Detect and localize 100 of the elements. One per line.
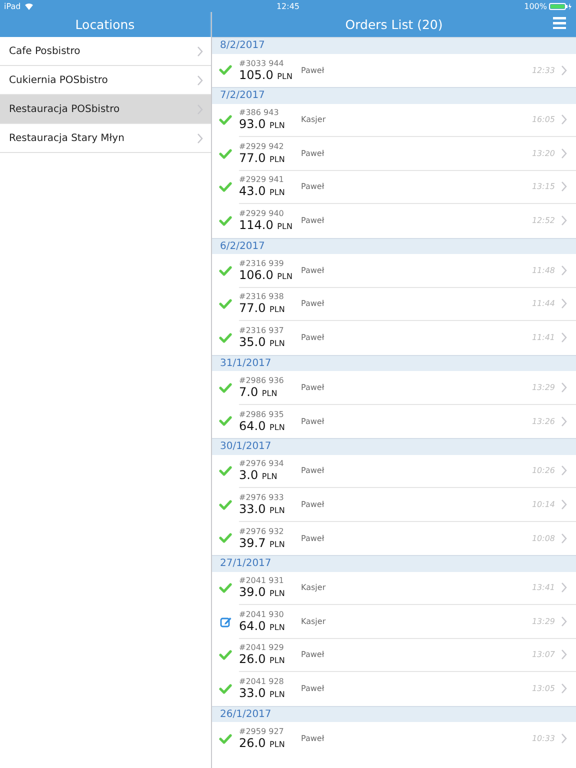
order-amount: 26.0 PLN bbox=[239, 652, 286, 666]
cashier-name: Kasjer bbox=[301, 115, 327, 124]
order-time: 13:29 bbox=[532, 616, 555, 626]
order-number: #2986 936 bbox=[239, 376, 285, 385]
pane-title: Orders List (20) bbox=[345, 17, 443, 32]
order-amount: 3.0 PLN bbox=[239, 468, 278, 482]
chevron-icon bbox=[561, 416, 567, 427]
order-amount: 39.0 PLN bbox=[239, 585, 286, 600]
order-time: 10:33 bbox=[532, 734, 555, 744]
cashier-name: Paweł bbox=[301, 382, 326, 392]
chevron-icon bbox=[561, 215, 567, 226]
chevron-icon bbox=[561, 382, 567, 393]
order-time: 12:52 bbox=[532, 216, 555, 226]
order-amount: 33.0 PLN bbox=[239, 686, 286, 700]
location-item[interactable]: Restauracja POSbistro bbox=[0, 95, 211, 124]
order-number: #2929 941 bbox=[239, 175, 285, 184]
cashier-name: Paweł bbox=[301, 148, 326, 158]
cashier-name: Paweł bbox=[301, 333, 326, 342]
cashier-name: Paweł bbox=[301, 650, 326, 660]
chevron-icon bbox=[561, 733, 567, 744]
cashier-name: Paweł bbox=[301, 266, 326, 275]
cashier-name: Paweł bbox=[301, 182, 326, 192]
chevron-icon bbox=[561, 114, 567, 126]
order-amount: 35.0 PLN bbox=[239, 335, 286, 350]
order-number: #2986 935 bbox=[239, 410, 285, 419]
order-time: 13:29 bbox=[532, 382, 555, 392]
order-number: #2041 930 bbox=[239, 610, 285, 619]
chevron-icon bbox=[197, 74, 203, 86]
order-number: #386 943 bbox=[239, 108, 280, 118]
menu-button[interactable] bbox=[553, 17, 566, 30]
cashier-name: Kasjer bbox=[301, 583, 327, 592]
order-amount: 93.0 PLN bbox=[239, 117, 286, 132]
chevron-icon bbox=[561, 582, 567, 594]
date-header: 26/1/2017 bbox=[212, 706, 576, 722]
order-number: #2959 927 bbox=[239, 727, 285, 736]
order-number: #2316 938 bbox=[239, 292, 285, 302]
order-number: #2976 934 bbox=[239, 459, 285, 468]
order-time: 13:20 bbox=[532, 148, 555, 158]
order-number: #2041 931 bbox=[239, 576, 285, 586]
chevron-icon bbox=[561, 683, 567, 694]
cashier-name: Paweł bbox=[301, 216, 326, 226]
chevron-icon bbox=[561, 298, 567, 310]
chevron-icon bbox=[561, 64, 567, 76]
cashier-name: Paweł bbox=[301, 534, 326, 543]
order-number: #3033 944 bbox=[239, 58, 285, 68]
order-time: 11:44 bbox=[532, 299, 555, 308]
date-header: 30/1/2017 bbox=[212, 438, 576, 454]
order-amount: 77.0 PLN bbox=[239, 150, 286, 165]
order-time: 10:26 bbox=[532, 466, 555, 476]
order-amount: 77.0 PLN bbox=[239, 301, 286, 316]
order-number: #2041 929 bbox=[239, 643, 285, 652]
chevron-icon bbox=[561, 332, 567, 344]
chevron-icon bbox=[197, 132, 203, 144]
order-amount: 106.0 PLN bbox=[239, 268, 294, 282]
order-time: 10:08 bbox=[532, 534, 555, 543]
order-number: #2976 933 bbox=[239, 492, 285, 502]
order-number: #2316 939 bbox=[239, 258, 285, 268]
date-header: 6/2/2017 bbox=[212, 238, 576, 254]
chevron-icon bbox=[561, 181, 567, 192]
order-amount: 43.0 PLN bbox=[239, 184, 286, 198]
order-time: 13:05 bbox=[532, 684, 555, 694]
order-amount: 114.0 PLN bbox=[239, 218, 294, 232]
order-time: 12:33 bbox=[532, 66, 555, 75]
date-header: 27/1/2017 bbox=[212, 555, 576, 572]
order-time: 11:48 bbox=[532, 266, 555, 275]
chevron-icon bbox=[561, 264, 567, 276]
date-header: 8/2/2017 bbox=[212, 37, 576, 54]
order-amount: 39.7 PLN bbox=[239, 536, 286, 550]
cashier-name: Paweł bbox=[301, 500, 326, 509]
menu-icon bbox=[553, 17, 566, 30]
battery-icon bbox=[549, 2, 572, 10]
cashier-name: Kasjer bbox=[301, 616, 327, 626]
chevron-icon bbox=[561, 498, 567, 510]
chevron-icon bbox=[197, 46, 203, 56]
chevron-icon bbox=[561, 649, 567, 660]
order-number: #2929 940 bbox=[239, 209, 285, 218]
wifi-icon bbox=[24, 2, 34, 10]
chevron-icon bbox=[561, 148, 567, 159]
order-number: #2316 937 bbox=[239, 326, 285, 336]
pane-title: Locations bbox=[75, 17, 135, 32]
cashier-name: Paweł bbox=[301, 66, 326, 75]
date-header: 31/1/2017 bbox=[212, 354, 576, 371]
order-time: 13:41 bbox=[532, 583, 555, 592]
battery-percent: 100% bbox=[524, 2, 547, 10]
chevron-icon bbox=[561, 532, 567, 544]
device-name: iPad bbox=[4, 2, 21, 10]
order-time: 13:26 bbox=[532, 416, 555, 426]
clock: 12:45 bbox=[276, 2, 300, 10]
order-amount: 105.0 PLN bbox=[239, 68, 294, 82]
cashier-name: Paweł bbox=[301, 466, 326, 476]
order-time: 13:07 bbox=[532, 650, 555, 660]
order-number: #2041 928 bbox=[239, 677, 285, 686]
order-time: 10:14 bbox=[532, 500, 555, 509]
cashier-name: Paweł bbox=[301, 684, 326, 694]
order-number: #2929 942 bbox=[239, 142, 285, 151]
cashier-name: Paweł bbox=[301, 734, 326, 744]
order-time: 13:15 bbox=[532, 182, 555, 192]
cashier-name: Paweł bbox=[301, 416, 326, 426]
order-time: 16:05 bbox=[532, 115, 555, 124]
order-time: 11:41 bbox=[532, 333, 555, 342]
